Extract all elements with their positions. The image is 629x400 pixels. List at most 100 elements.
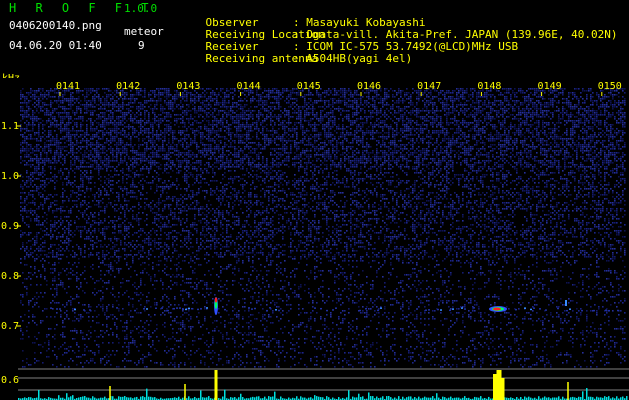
noise-dot [146, 128, 148, 130]
noise-dot [602, 140, 604, 142]
noise-dot [426, 114, 428, 116]
noise-dot [86, 124, 88, 126]
noise-dot [128, 126, 130, 128]
noise-dot [110, 98, 112, 100]
noise-dot [64, 126, 66, 128]
noise-dot [418, 92, 420, 94]
noise-dot [162, 108, 164, 110]
noise-dot [154, 106, 156, 108]
noise-dot [424, 110, 426, 112]
noise-dot [410, 114, 412, 116]
noise-dot [44, 124, 46, 126]
noise-dot [612, 108, 614, 110]
noise-dot [360, 96, 362, 98]
noise-dot [166, 130, 168, 132]
noise-dot [50, 88, 52, 90]
noise-dot [204, 100, 206, 102]
noise-dot [182, 118, 184, 120]
noise-dot [598, 132, 600, 134]
noise-dot [262, 128, 264, 130]
noise-dot [316, 100, 318, 102]
noise-dot [162, 112, 164, 114]
noise-dot [310, 108, 312, 110]
noise-dot [104, 100, 106, 102]
noise-dot [290, 146, 292, 148]
noise-dot [356, 108, 358, 110]
noise-dot [196, 100, 198, 102]
noise-dot [216, 120, 218, 122]
noise-dot [520, 104, 522, 106]
noise-dot [412, 146, 414, 148]
noise-dot [250, 106, 252, 108]
noise-dot [212, 98, 214, 100]
noise-dot [266, 94, 268, 96]
noise-dot [68, 118, 70, 120]
noise-dot [118, 92, 120, 94]
noise-dot [502, 112, 504, 114]
noise-dot [294, 102, 296, 104]
noise-dot [448, 124, 450, 126]
noise-dot [118, 104, 120, 106]
noise-dot [466, 110, 468, 112]
noise-dot [108, 94, 110, 96]
noise-dot [292, 102, 294, 104]
noise-dot [442, 140, 444, 142]
noise-dot [462, 118, 464, 120]
noise-dot [270, 130, 272, 132]
noise-dot [60, 142, 62, 144]
noise-dot [28, 102, 30, 104]
noise-dot [236, 106, 238, 108]
noise-dot [20, 144, 22, 146]
noise-dot [346, 102, 348, 104]
noise-dot [278, 104, 280, 106]
noise-dot [292, 112, 294, 114]
noise-dot [434, 96, 436, 98]
noise-dot [90, 90, 92, 92]
noise-dot [236, 130, 238, 132]
noise-dot [210, 132, 212, 134]
noise-dot [566, 114, 568, 116]
noise-dot [166, 126, 168, 128]
noise-dot [66, 114, 68, 116]
noise-dot [266, 108, 268, 110]
noise-dot [312, 128, 314, 130]
noise-dot [562, 94, 564, 96]
noise-dot [490, 106, 492, 108]
noise-dot [208, 112, 210, 114]
noise-dot [582, 126, 584, 128]
noise-dot [268, 92, 270, 94]
noise-dot [578, 124, 580, 126]
noise-dot [532, 110, 534, 112]
noise-dot [226, 144, 228, 146]
noise-dot [26, 98, 28, 100]
noise-dot [612, 144, 614, 146]
noise-dot [198, 110, 200, 112]
noise-dot [42, 136, 44, 138]
noise-dot [518, 126, 520, 128]
noise-dot [172, 146, 174, 148]
noise-dot [294, 128, 296, 130]
noise-dot [186, 110, 188, 112]
noise-dot [588, 108, 590, 110]
noise-dot [60, 120, 62, 122]
noise-dot [394, 96, 396, 98]
noise-dot [336, 140, 338, 142]
noise-dot [122, 124, 124, 126]
noise-dot [310, 124, 312, 126]
noise-dot [522, 96, 524, 98]
noise-dot [204, 136, 206, 138]
noise-dot [114, 106, 116, 108]
noise-dot [574, 106, 576, 108]
noise-dot [156, 130, 158, 132]
noise-dot [578, 120, 580, 122]
noise-dot [46, 136, 48, 138]
noise-dot [296, 104, 298, 106]
noise-dot [400, 134, 402, 136]
noise-dot [86, 134, 88, 136]
noise-dot [216, 102, 218, 104]
noise-dot [454, 140, 456, 142]
noise-dot [612, 128, 614, 130]
noise-dot [100, 112, 102, 114]
noise-dot [396, 118, 398, 120]
noise-dot [182, 122, 184, 124]
